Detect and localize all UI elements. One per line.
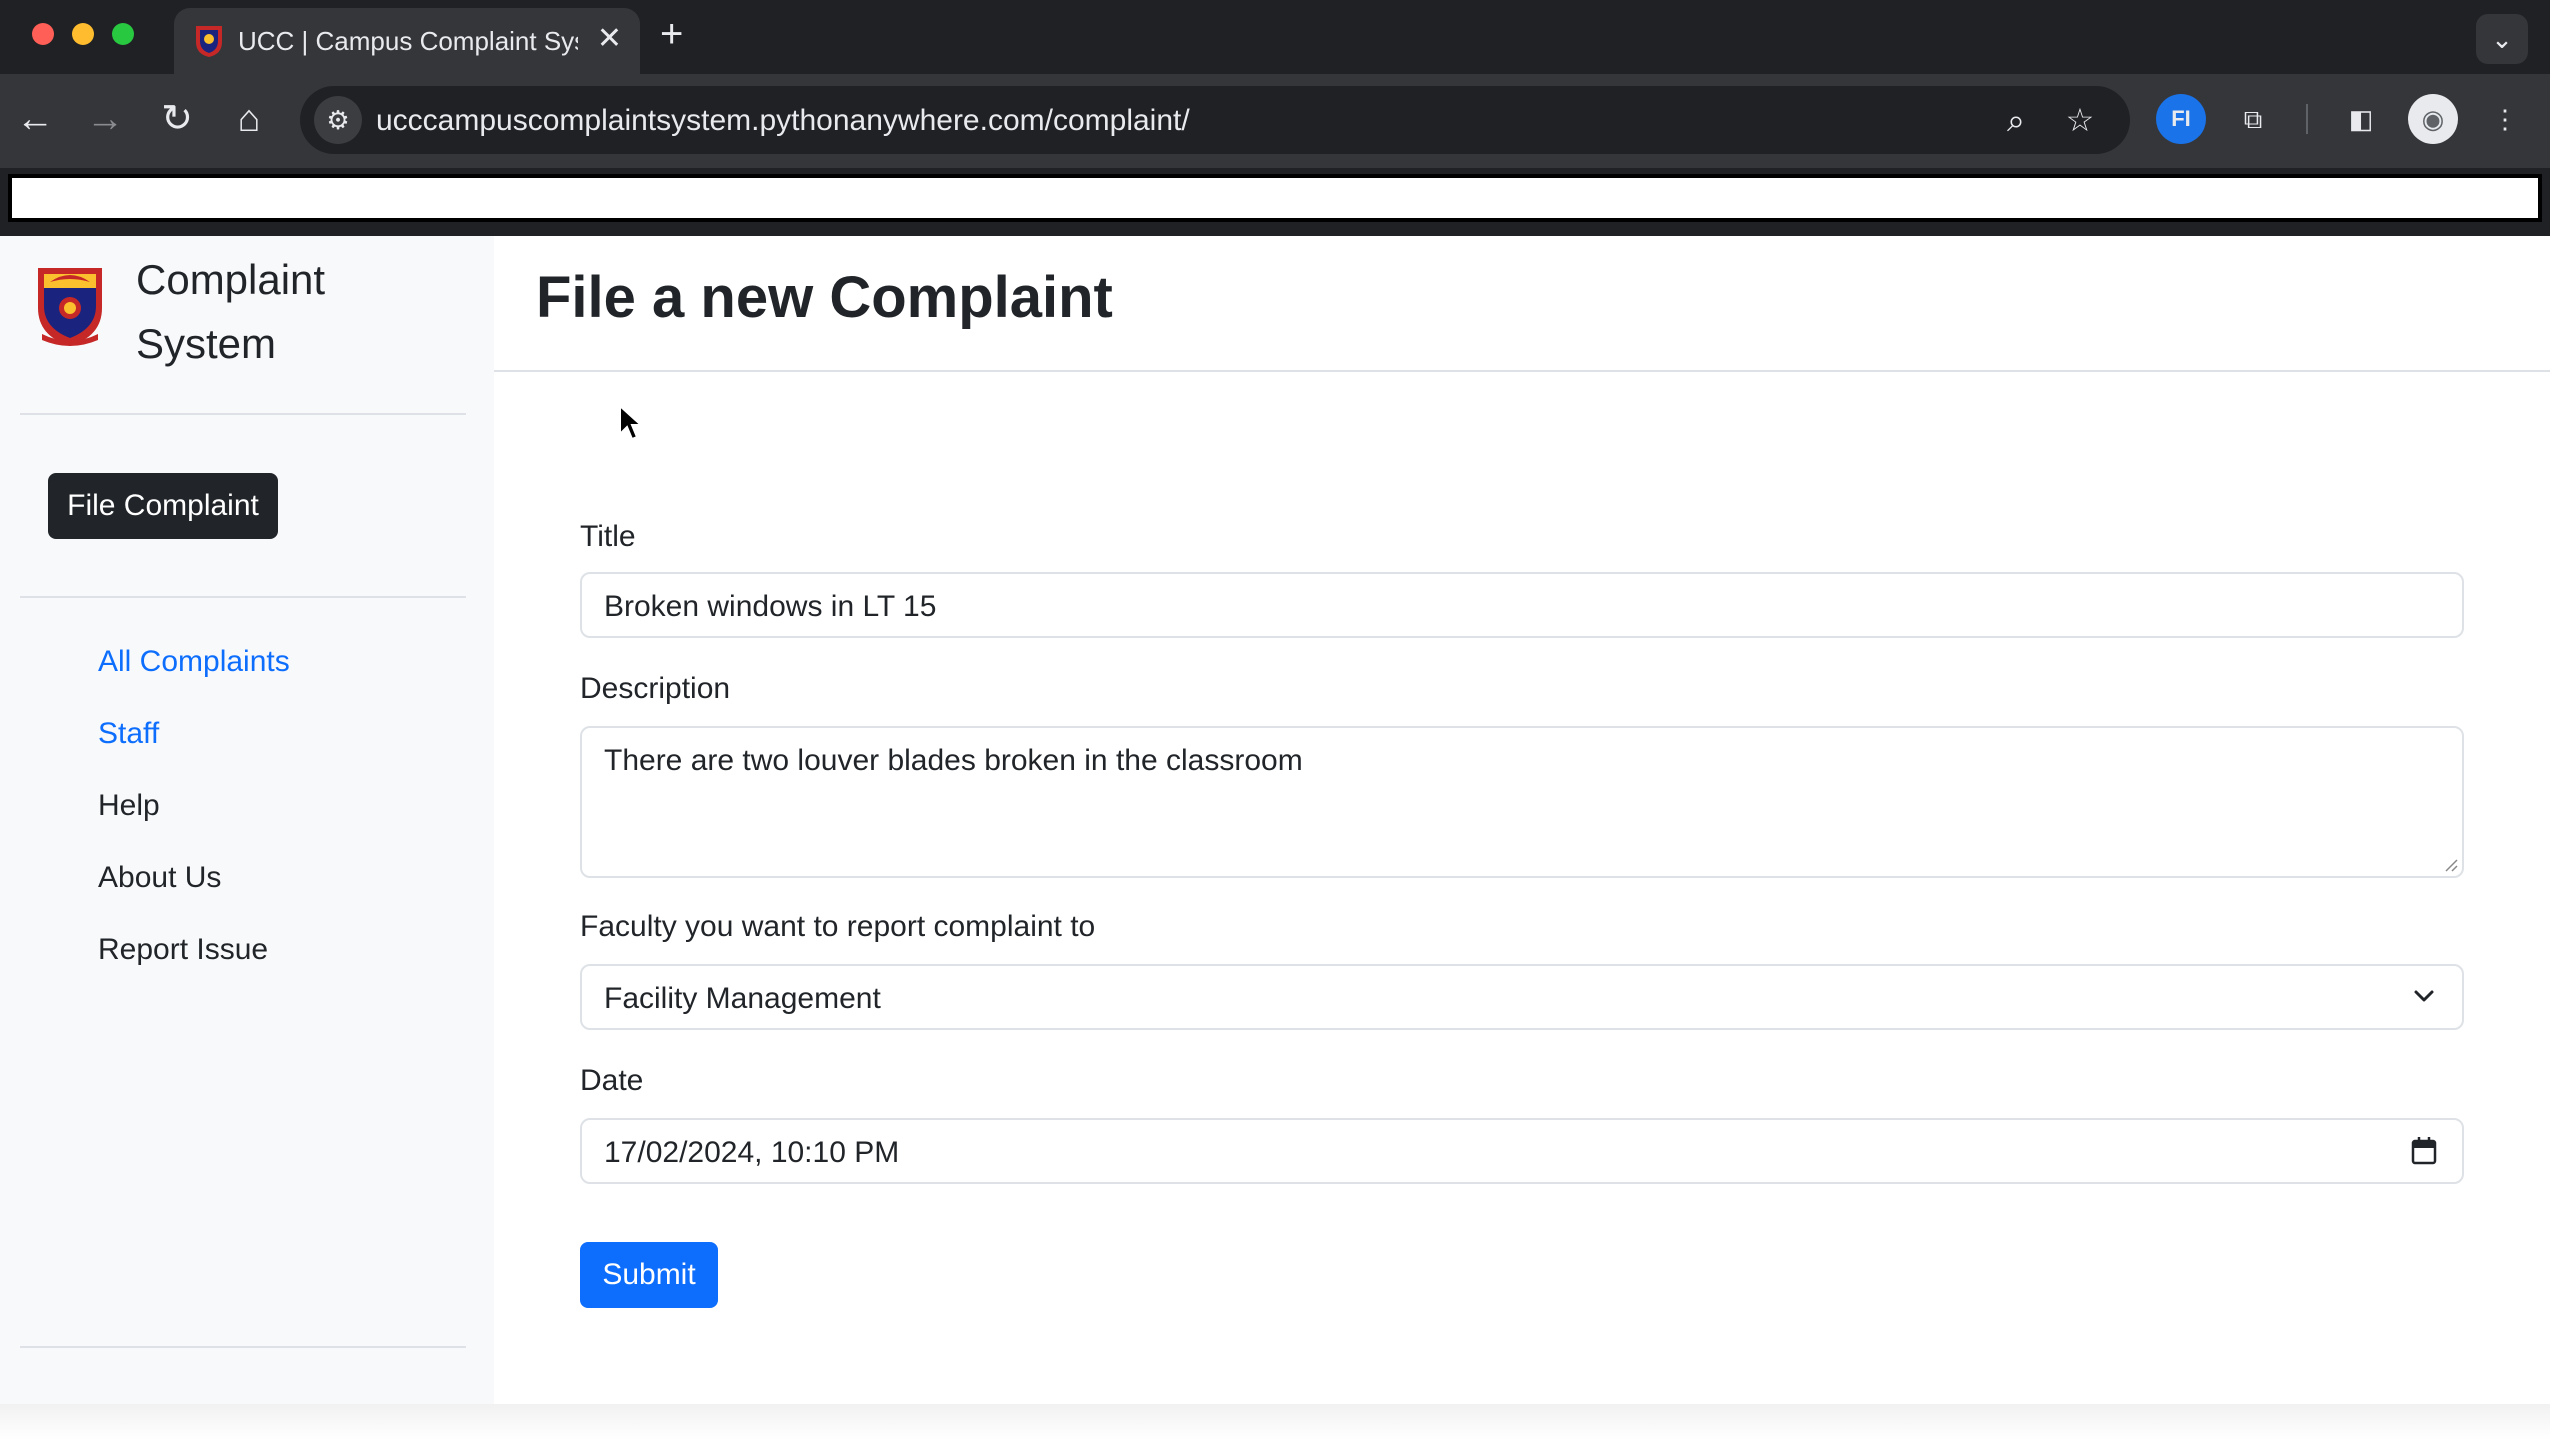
description-textarea-value: There are two louver blades broken in th… [604, 744, 1303, 777]
zoom-icon[interactable]: ⌕ [1994, 98, 2038, 142]
profile-avatar-icon[interactable]: ◉ [2408, 94, 2458, 144]
sidebar: Complaint System File Complaint All Comp… [0, 236, 494, 1404]
sidebar-item-about-us[interactable]: About Us [98, 858, 221, 898]
resize-grip-icon[interactable] [2442, 856, 2458, 872]
find-bar[interactable] [8, 174, 2542, 222]
tab-title: UCC | Campus Complaint System [238, 26, 578, 56]
reload-icon[interactable]: ↻ [152, 94, 202, 144]
sidebar-item-report-issue[interactable]: Report Issue [98, 930, 268, 970]
toolbar-divider [2306, 104, 2308, 134]
faculty-label: Faculty you want to report complaint to [580, 910, 1096, 943]
header-divider [494, 370, 2550, 372]
bookmark-star-icon[interactable]: ☆ [2058, 98, 2102, 142]
kebab-menu-icon[interactable]: ⋮ [2480, 94, 2530, 144]
description-textarea[interactable]: There are two louver blades broken in th… [580, 726, 2464, 878]
date-input-value: 17/02/2024, 10:10 PM [604, 1136, 900, 1169]
sidebar-divider [20, 1346, 466, 1348]
new-tab-icon[interactable]: + [660, 14, 683, 54]
minimize-window-button[interactable] [72, 23, 94, 45]
main-content: File a new Complaint Title Broken window… [494, 236, 2550, 1404]
back-icon[interactable]: ← [10, 94, 60, 144]
ucc-crest-logo-icon [38, 268, 102, 346]
close-window-button[interactable] [32, 23, 54, 45]
sidebar-divider [20, 596, 466, 598]
sidebar-item-help[interactable]: Help [98, 786, 160, 826]
chevron-down-icon [2414, 990, 2434, 1002]
sidebar-divider [20, 413, 466, 415]
tab-close-icon[interactable]: ✕ [597, 22, 622, 56]
submit-button[interactable]: Submit [580, 1242, 718, 1308]
title-input-value: Broken windows in LT 15 [604, 590, 937, 623]
tab-search-icon[interactable]: ⌄ [2476, 14, 2528, 64]
faculty-select-value: Facility Management [604, 982, 881, 1015]
site-info-icon[interactable]: ⚙ [314, 96, 362, 144]
browser-chrome: UCC | Campus Complaint System ✕ + ⌄ ← → … [0, 0, 2550, 236]
title-input[interactable]: Broken windows in LT 15 [580, 572, 2464, 638]
mouse-cursor-icon [619, 404, 644, 441]
address-bar[interactable]: ⚙ ucccampuscomplaintsystem.pythonanywher… [300, 86, 2130, 154]
maximize-window-button[interactable] [112, 23, 134, 45]
brand-title[interactable]: Complaint System [136, 248, 436, 376]
description-label: Description [580, 672, 731, 705]
browser-toolbar: ← → ↻ ⌂ ⚙ ucccampuscomplaintsystem.pytho… [0, 74, 2550, 168]
page-title: File a new Complaint [536, 265, 1113, 330]
faculty-select[interactable]: Facility Management [580, 964, 2464, 1030]
forward-icon[interactable]: → [80, 94, 130, 144]
puzzle-extensions-icon[interactable]: ⧉ [2228, 94, 2278, 144]
dock-shadow [0, 1404, 2550, 1440]
side-panel-icon[interactable]: ◧ [2336, 94, 2386, 144]
home-icon[interactable]: ⌂ [224, 94, 274, 144]
title-label: Title [580, 520, 636, 553]
url-text[interactable]: ucccampuscomplaintsystem.pythonanywhere.… [376, 104, 1190, 138]
calendar-icon[interactable] [2410, 1136, 2438, 1166]
sidebar-item-all-complaints[interactable]: All Complaints [98, 642, 290, 682]
file-complaint-button[interactable]: File Complaint [48, 473, 278, 539]
extension-fi-icon[interactable]: FI [2156, 94, 2206, 144]
sidebar-item-staff[interactable]: Staff [98, 714, 159, 754]
date-label: Date [580, 1064, 644, 1097]
ucc-crest-favicon-icon [196, 26, 222, 57]
date-input[interactable]: 17/02/2024, 10:10 PM [580, 1118, 2464, 1184]
browser-tab[interactable]: UCC | Campus Complaint System ✕ [174, 8, 640, 74]
